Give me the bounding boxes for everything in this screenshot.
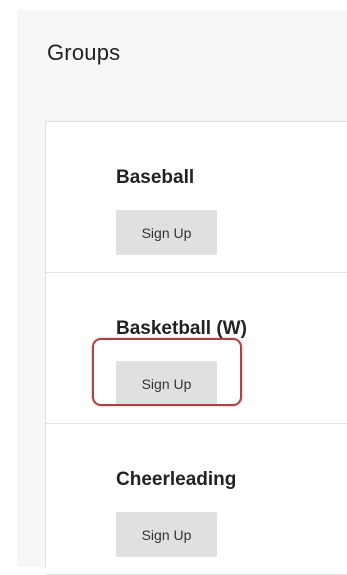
group-card-cheerleading: Cheerleading Sign Up xyxy=(46,424,347,575)
group-name: Cheerleading xyxy=(116,469,237,490)
group-list: Baseball Sign Up Basketball (W) Sign Up … xyxy=(45,121,347,575)
sign-up-button-baseball[interactable]: Sign Up xyxy=(116,210,217,255)
group-card-baseball: Baseball Sign Up xyxy=(46,122,347,273)
sign-up-button-basketball-w[interactable]: Sign Up xyxy=(116,361,217,406)
group-name: Basketball (W) xyxy=(116,318,247,339)
page-title: Groups xyxy=(47,40,121,65)
sign-up-button-cheerleading[interactable]: Sign Up xyxy=(116,512,217,557)
group-name: Baseball xyxy=(116,167,195,188)
group-card-basketball-w: Basketball (W) Sign Up xyxy=(46,273,347,424)
groups-panel: Groups Baseball Sign Up Basketball (W) S… xyxy=(17,10,347,575)
